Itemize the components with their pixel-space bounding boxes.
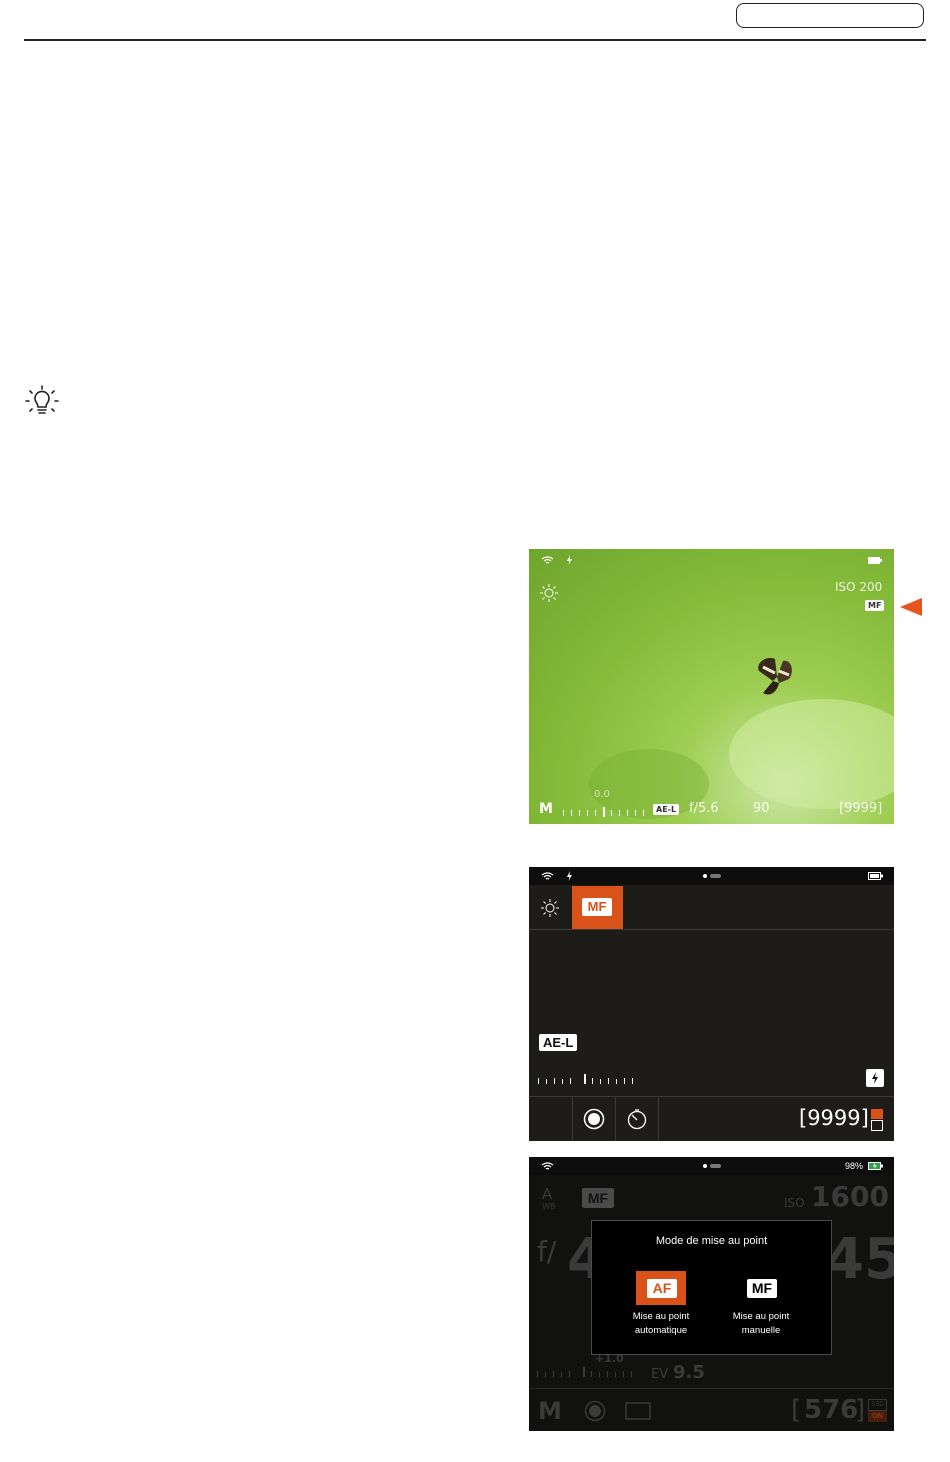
bracket-right: ] bbox=[855, 1395, 866, 1425]
dialog-title: Mode de mise au point bbox=[655, 1235, 768, 1247]
flash-icon bbox=[567, 555, 572, 565]
mf-caption-line2: manuelle bbox=[741, 1325, 781, 1336]
battery-percent: 98% bbox=[845, 1161, 864, 1171]
mf-option-label: MF bbox=[747, 1279, 777, 1298]
af-caption-line1: Mise au point bbox=[632, 1311, 690, 1322]
shots-remaining: [9999] bbox=[839, 801, 883, 816]
image-size-icon bbox=[625, 1402, 651, 1420]
ae-lock-badge: AE-L bbox=[539, 1034, 578, 1051]
bracket-left: [ bbox=[791, 1395, 802, 1425]
shutter-readout: 90 bbox=[753, 801, 770, 816]
drive-mode-single-icon bbox=[584, 1400, 606, 1422]
flash-icon bbox=[872, 1072, 878, 1084]
exposure-scale bbox=[563, 807, 647, 817]
af-option-button[interactable]: AF bbox=[636, 1271, 686, 1305]
self-timer-icon[interactable] bbox=[626, 1108, 648, 1130]
iso-label: ISO bbox=[784, 1196, 805, 1210]
battery-icon bbox=[868, 557, 882, 564]
focus-mode-label: MF bbox=[582, 898, 612, 916]
mf-caption-line1: Mise au point bbox=[732, 1311, 790, 1322]
mf-option-button[interactable]: MF bbox=[736, 1271, 786, 1305]
status-bar bbox=[529, 867, 894, 885]
ev-label: EV bbox=[651, 1367, 669, 1382]
aperture-readout: f/5.6 bbox=[689, 801, 719, 816]
focus-mode-badge: MF bbox=[865, 600, 885, 611]
page-label-box bbox=[736, 3, 924, 28]
wifi-icon bbox=[541, 556, 554, 564]
af-caption-line2: automatique bbox=[634, 1325, 688, 1336]
storage-on-label: ON bbox=[868, 1411, 887, 1422]
butterfly-image bbox=[758, 657, 792, 695]
mf-caption: Mise au point manuelle bbox=[711, 1310, 811, 1338]
f-prefix: f/ bbox=[537, 1235, 557, 1268]
flash-icon bbox=[567, 871, 572, 881]
iso-readout: ISO 200 bbox=[835, 580, 883, 594]
status-bar: 98% bbox=[529, 1157, 894, 1175]
header-rule bbox=[24, 39, 926, 41]
storage-ssd-label: SSD bbox=[868, 1399, 887, 1411]
divider bbox=[615, 1096, 616, 1141]
exposure-mode: M bbox=[539, 801, 553, 817]
battery-icon bbox=[868, 872, 883, 880]
shots-remaining: 576 bbox=[804, 1395, 859, 1425]
divider bbox=[572, 1096, 573, 1141]
storage-indicator bbox=[871, 1109, 883, 1131]
white-balance-sun-icon[interactable] bbox=[540, 898, 560, 918]
wifi-icon bbox=[541, 1162, 554, 1170]
shots-remaining: [9999] bbox=[799, 1106, 869, 1130]
exposure-mode: M bbox=[538, 1397, 562, 1425]
af-caption: Mise au point automatique bbox=[611, 1310, 711, 1338]
white-balance-sun-icon bbox=[540, 584, 558, 602]
focus-mode-badge-dim: MF bbox=[582, 1188, 614, 1208]
focus-mode-dialog-screen: 98% A WB MF ISO 1600 f/ 4 45 +1.0 EV 9.5… bbox=[529, 1157, 894, 1431]
ev-value: 9.5 bbox=[673, 1362, 705, 1383]
wb-auto-top: A bbox=[542, 1185, 553, 1203]
pointer-arrow bbox=[900, 598, 922, 616]
bottom-row-divider bbox=[529, 1388, 894, 1389]
ae-lock-badge: AE-L bbox=[653, 804, 680, 815]
battery-charging-icon bbox=[868, 1162, 883, 1170]
flash-button[interactable] bbox=[866, 1069, 884, 1087]
shutter-value-partial: 45 bbox=[825, 1227, 894, 1292]
focus-mode-button[interactable]: MF bbox=[572, 886, 623, 929]
control-panel-screen: MF AE-L [9999] bbox=[529, 867, 894, 1141]
divider bbox=[658, 1096, 659, 1141]
exposure-scale bbox=[538, 1074, 634, 1086]
iso-value: 1600 bbox=[811, 1180, 889, 1213]
wb-auto-bottom: WB bbox=[542, 1202, 556, 1211]
drive-mode-single-icon[interactable] bbox=[583, 1108, 605, 1130]
af-option-label: AF bbox=[647, 1279, 677, 1298]
exposure-comp-value: 0.0 bbox=[594, 789, 610, 800]
focus-mode-dialog: Mode de mise au point AF Mise au point a… bbox=[591, 1220, 832, 1355]
lightbulb-icon bbox=[25, 385, 59, 414]
exposure-scale-dim bbox=[537, 1367, 633, 1379]
live-view-screen: ISO 200 MF M 0.0 AE-L f/5.6 90 [9999] bbox=[529, 549, 894, 824]
wifi-icon bbox=[541, 872, 554, 880]
